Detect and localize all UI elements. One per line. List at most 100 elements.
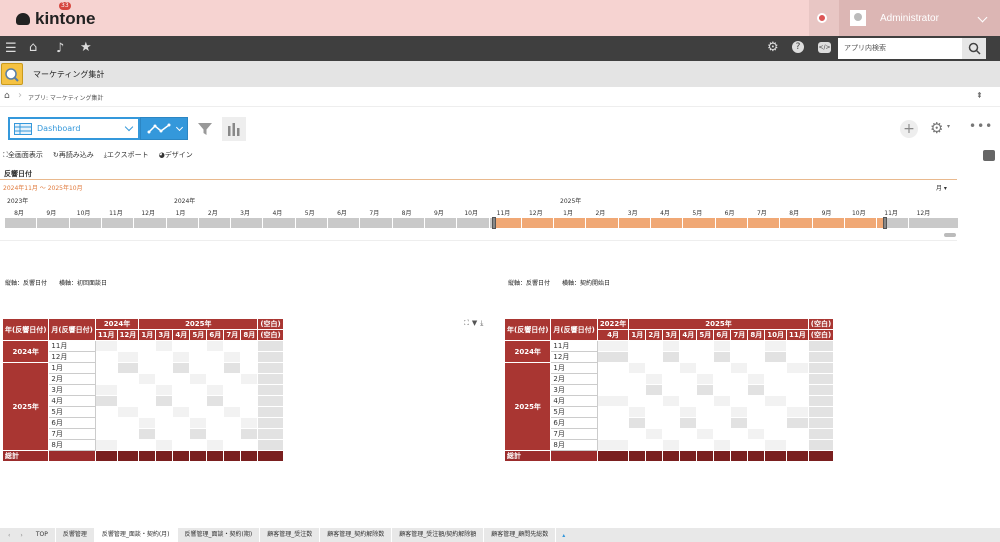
- pivot-cell[interactable]: [628, 351, 647, 363]
- pivot-cell[interactable]: [786, 362, 809, 374]
- pivot-cell[interactable]: [730, 406, 749, 418]
- pivot-cell[interactable]: [628, 373, 647, 385]
- pivot-cell[interactable]: [223, 340, 242, 352]
- pivot-cell[interactable]: [257, 406, 284, 418]
- pivot-cell[interactable]: [223, 351, 242, 363]
- pivot-cell[interactable]: [116, 373, 140, 385]
- pivot-cell[interactable]: [240, 340, 259, 352]
- pivot-cell[interactable]: [679, 362, 698, 374]
- pivot-cell[interactable]: [116, 362, 140, 374]
- pivot-cell[interactable]: [679, 395, 698, 407]
- pivot-cell[interactable]: [155, 395, 174, 407]
- code-icon[interactable]: </>: [818, 42, 831, 53]
- pivot-cell[interactable]: [172, 428, 191, 440]
- fullscreen-button[interactable]: ⛶全画面表示: [3, 150, 43, 162]
- pivot-row-month[interactable]: 11月: [48, 340, 96, 352]
- pivot-cell[interactable]: [172, 351, 191, 363]
- pivot-cell[interactable]: [764, 340, 788, 352]
- pivot-cell[interactable]: [679, 351, 698, 363]
- pivot-cell[interactable]: [223, 384, 242, 396]
- pivot-cell[interactable]: [138, 340, 157, 352]
- pivot-cell[interactable]: [206, 340, 225, 352]
- pivot-row-month[interactable]: 7月: [48, 428, 96, 440]
- pivot-cell[interactable]: [764, 351, 788, 363]
- pivot-row-month[interactable]: 3月: [48, 384, 96, 396]
- pivot-cell[interactable]: [764, 428, 788, 440]
- pivot-cell[interactable]: [730, 384, 749, 396]
- pivot-cell[interactable]: [138, 395, 157, 407]
- pivot-cell[interactable]: [747, 395, 766, 407]
- pivot-cell[interactable]: [596, 362, 630, 374]
- pivot-cell[interactable]: [596, 439, 630, 451]
- pivot-cell[interactable]: [172, 384, 191, 396]
- pivot-cell[interactable]: [257, 340, 284, 352]
- pivot-cell[interactable]: [138, 406, 157, 418]
- pivot-cell[interactable]: [764, 395, 788, 407]
- pivot-cell[interactable]: [172, 439, 191, 451]
- pivot-cell[interactable]: [155, 439, 174, 451]
- pivot-cell[interactable]: [662, 417, 681, 429]
- pivot-cell[interactable]: [94, 373, 118, 385]
- pivot-cell[interactable]: [116, 406, 140, 418]
- pivot-cell[interactable]: [116, 395, 140, 407]
- pivot-cell[interactable]: [596, 428, 630, 440]
- pivot-row-month[interactable]: 1月: [48, 362, 96, 374]
- pivot-row-month[interactable]: 3月: [550, 384, 598, 396]
- tab-6[interactable]: 顧客管理_受注額/契約解除額: [392, 528, 485, 542]
- pivot-cell[interactable]: [730, 351, 749, 363]
- pivot-cell[interactable]: [807, 362, 835, 374]
- pivot-cell[interactable]: [223, 395, 242, 407]
- tab-0[interactable]: TOP: [29, 528, 56, 542]
- pivot-total-cell[interactable]: [206, 450, 225, 462]
- pivot-cell[interactable]: [628, 417, 647, 429]
- pivot-cell[interactable]: [662, 340, 681, 352]
- pivot-cell[interactable]: [764, 373, 788, 385]
- pivot-cell[interactable]: [662, 439, 681, 451]
- pivot-cell[interactable]: [807, 395, 835, 407]
- pivot-cell[interactable]: [94, 428, 118, 440]
- breadcrumb-app-link[interactable]: アプリ: マーケティング集計: [28, 93, 103, 102]
- pivot-cell[interactable]: [172, 340, 191, 352]
- pivot-cell[interactable]: [94, 384, 118, 396]
- pivot-cell[interactable]: [645, 384, 664, 396]
- pivot-cell[interactable]: [747, 351, 766, 363]
- pivot-cell[interactable]: [713, 384, 732, 396]
- pivot-total-cell[interactable]: [155, 450, 174, 462]
- pivot-cell[interactable]: [747, 384, 766, 396]
- pivot-total-cell[interactable]: [662, 450, 681, 462]
- pivot-total-cell[interactable]: [764, 450, 788, 462]
- pivot-row-month[interactable]: 12月: [48, 351, 96, 363]
- pivot-cell[interactable]: [713, 395, 732, 407]
- pivot-cell[interactable]: [747, 340, 766, 352]
- pivot-cell[interactable]: [786, 439, 809, 451]
- pivot-cell[interactable]: [747, 417, 766, 429]
- pivot-cell[interactable]: [696, 428, 715, 440]
- pivot-cell[interactable]: [628, 406, 647, 418]
- pivot-cell[interactable]: [807, 340, 835, 352]
- pivot-total-cell[interactable]: [257, 450, 284, 462]
- pivot-cell[interactable]: [155, 351, 174, 363]
- home-icon[interactable]: ⌂: [29, 40, 37, 55]
- pivot-cell[interactable]: [206, 395, 225, 407]
- pivot-cell[interactable]: [662, 351, 681, 363]
- pivot-cell[interactable]: [628, 395, 647, 407]
- pivot-cell[interactable]: [628, 439, 647, 451]
- pivot-cell[interactable]: [696, 395, 715, 407]
- pivot-cell[interactable]: [223, 362, 242, 374]
- pivot-cell[interactable]: [155, 428, 174, 440]
- pivot-cell[interactable]: [679, 340, 698, 352]
- pivot-cell[interactable]: [645, 351, 664, 363]
- pivot-cell[interactable]: [257, 362, 284, 374]
- pivot-cell[interactable]: [679, 439, 698, 451]
- pivot-cell[interactable]: [223, 428, 242, 440]
- pivot-total-cell[interactable]: [645, 450, 664, 462]
- pivot-cell[interactable]: [257, 439, 284, 451]
- pivot-cell[interactable]: [713, 439, 732, 451]
- pivot-cell[interactable]: [696, 373, 715, 385]
- pivot-cell[interactable]: [696, 417, 715, 429]
- design-button[interactable]: ◕デザイン: [159, 150, 193, 162]
- pivot-cell[interactable]: [628, 340, 647, 352]
- pivot-cell[interactable]: [240, 362, 259, 374]
- pivot-total-cell[interactable]: [730, 450, 749, 462]
- pivot-cell[interactable]: [257, 373, 284, 385]
